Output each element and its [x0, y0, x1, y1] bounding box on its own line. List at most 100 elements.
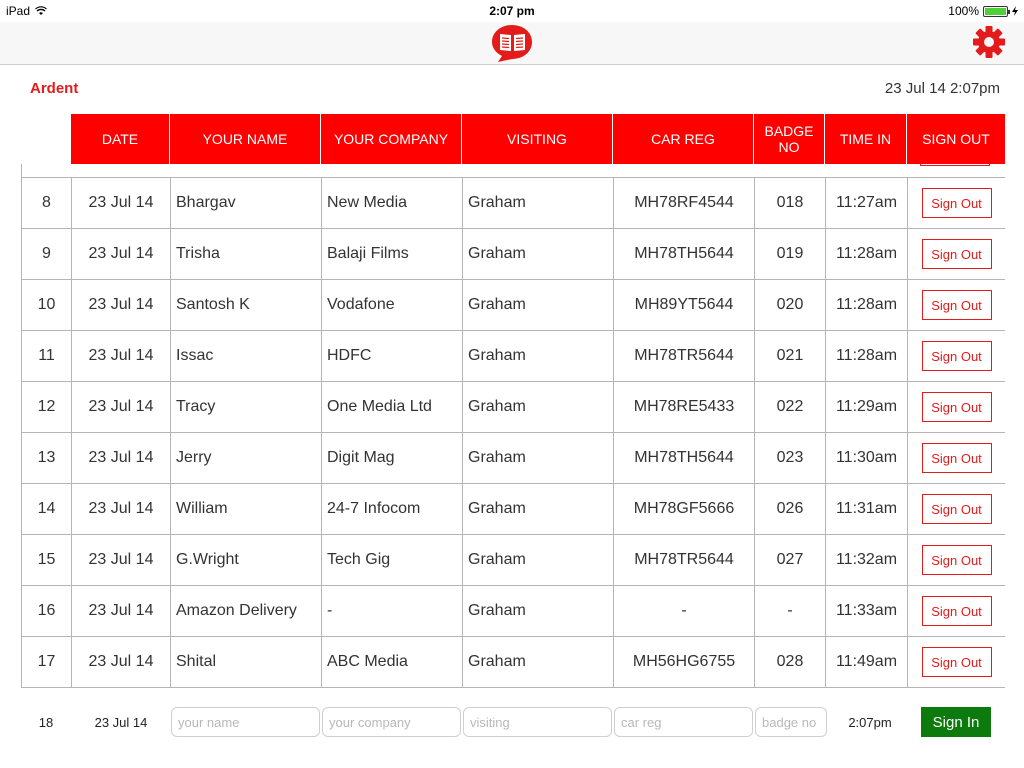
car-reg-cell: MH78GF5666 — [614, 484, 755, 534]
sign-out-cell: Sign Out — [908, 535, 1005, 585]
table-row: 13 23 Jul 14 Jerry Digit Mag Graham MH78TH564… — [22, 432, 1005, 483]
battery-percent: 100% — [948, 4, 979, 18]
name-cell: Trisha — [171, 229, 322, 279]
sign-out-cell: Sign Out — [908, 331, 1005, 381]
sign-out-button[interactable]: Sign Out — [921, 494, 992, 524]
badge-cell: 019 — [755, 229, 826, 279]
badge-cell: 023 — [755, 433, 826, 483]
time-in-cell: 11:28am — [826, 331, 908, 381]
date-cell: 23 Jul 14 — [72, 484, 171, 534]
company-cell: ABC Media — [322, 637, 463, 687]
column-header-company: YOUR COMPANY — [321, 114, 462, 164]
entry-number: 18 — [38, 714, 54, 730]
time-in-cell: 11:33am — [826, 586, 908, 636]
sign-out-button[interactable]: Sign Out — [921, 341, 992, 371]
date-cell: 23 Jul 14 — [72, 178, 171, 228]
sign-out-button[interactable]: Sign Out — [921, 596, 992, 626]
column-header-name: YOUR NAME — [170, 114, 321, 164]
table-row: 14 23 Jul 14 William 24-7 Infocom Graham MH78… — [22, 483, 1005, 534]
company-cell: Vodafone — [322, 280, 463, 330]
name-input[interactable] — [171, 707, 320, 737]
time-in-cell: 11:30am — [826, 433, 908, 483]
visiting-input[interactable] — [463, 707, 612, 737]
date-cell: 23 Jul 14 — [72, 433, 171, 483]
row-number: 15 — [22, 535, 72, 585]
open-book-icon[interactable] — [490, 23, 535, 63]
table-header: DATE YOUR NAME YOUR COMPANY VISITING CAR… — [71, 114, 1005, 164]
sign-out-cell: Sign Out — [908, 229, 1005, 279]
time-in-cell: 11:28am — [826, 229, 908, 279]
column-header-time-in: TIME IN — [825, 114, 907, 164]
name-cell: Bhargav — [171, 178, 322, 228]
row-number: 13 — [22, 433, 72, 483]
row-number: 10 — [22, 280, 72, 330]
visiting-cell: Graham — [463, 280, 614, 330]
row-number: 17 — [22, 637, 72, 687]
badge-cell: 018 — [755, 178, 826, 228]
sign-in-button[interactable]: Sign In — [921, 707, 991, 737]
row-number: 8 — [22, 178, 72, 228]
car-reg-cell: MH78TR5644 — [614, 535, 755, 585]
visitor-list[interactable]: 8 23 Jul 14 Bhargav New Media Graham MH78RF45… — [21, 164, 1005, 688]
car-reg-cell: MH78TH5644 — [614, 229, 755, 279]
table-row: 11 23 Jul 14 Issac HDFC Graham MH78TR5644 021 1… — [22, 330, 1005, 381]
badge-cell: 021 — [755, 331, 826, 381]
sign-out-cell: Sign Out — [908, 586, 1005, 636]
column-header-badge-no: BADGE NO — [754, 114, 825, 164]
company-cell: 24-7 Infocom — [322, 484, 463, 534]
name-cell: Tracy — [171, 382, 322, 432]
sign-out-button[interactable]: Sign Out — [921, 239, 992, 269]
current-datetime: 23 Jul 14 2:07pm — [884, 80, 1000, 97]
sign-out-button[interactable]: Sign Out — [921, 545, 992, 575]
sign-out-button[interactable]: Sign Out — [921, 188, 992, 218]
date-cell: 23 Jul 14 — [72, 382, 171, 432]
date-cell: 23 Jul 14 — [72, 637, 171, 687]
visiting-cell: Graham — [463, 484, 614, 534]
charging-icon — [1012, 6, 1018, 16]
table-row: 9 23 Jul 14 Trisha Balaji Films Graham MH78TH… — [22, 228, 1005, 279]
table-row: 12 23 Jul 14 Tracy One Media Ltd Graham MH78R… — [22, 381, 1005, 432]
name-cell: G.Wright — [171, 535, 322, 585]
gear-icon[interactable] — [972, 25, 1006, 59]
visiting-cell: Graham — [463, 637, 614, 687]
table-row: 16 23 Jul 14 Amazon Delivery - Graham - -11:33… — [22, 585, 1005, 636]
company-cell: Digit Mag — [322, 433, 463, 483]
car-reg-cell: MH78RF4544 — [614, 178, 755, 228]
row-number: 16 — [22, 586, 72, 636]
table-row: 17 23 Jul 14 Shital ABC Media Graham MH56HG67… — [22, 636, 1005, 687]
name-cell: Santosh K — [171, 280, 322, 330]
company-cell: Balaji Films — [322, 229, 463, 279]
row-number: 9 — [22, 229, 72, 279]
visiting-cell: Graham — [463, 535, 614, 585]
time-in-cell: 11:28am — [826, 280, 908, 330]
column-header-visiting: VISITING — [462, 114, 613, 164]
organization-name: Ardent — [30, 80, 79, 97]
sign-out-cell: Sign Out — [908, 637, 1005, 687]
sign-out-button[interactable]: Sign Out — [921, 290, 992, 320]
row-number: 12 — [22, 382, 72, 432]
new-visitor-entry: 18 23 Jul 14 2:07pm Sign In — [21, 704, 1005, 740]
table-row: 8 23 Jul 14 Bhargav New Media Graham MH78RF45… — [22, 177, 1005, 228]
car-reg-input[interactable] — [614, 707, 753, 737]
date-cell: 23 Jul 14 — [72, 280, 171, 330]
time-in-cell: 11:31am — [826, 484, 908, 534]
car-reg-cell: MH78TH5644 — [614, 433, 755, 483]
visiting-cell: Graham — [463, 229, 614, 279]
battery-icon — [983, 5, 1010, 17]
badge-cell: 020 — [755, 280, 826, 330]
partial-sign-out-button — [920, 164, 990, 166]
badge-cell: - — [755, 586, 826, 636]
sign-out-button[interactable]: Sign Out — [921, 392, 992, 422]
visiting-cell: Graham — [463, 586, 614, 636]
visiting-cell: Graham — [463, 178, 614, 228]
battery-fill — [985, 7, 1006, 15]
sign-out-button[interactable]: Sign Out — [921, 443, 992, 473]
company-cell: HDFC — [322, 331, 463, 381]
column-header-sign-out: SIGN OUT — [922, 131, 990, 147]
name-cell: Issac — [171, 331, 322, 381]
sign-out-button[interactable]: Sign Out — [921, 647, 992, 677]
company-input[interactable] — [322, 707, 461, 737]
badge-no-input[interactable] — [755, 707, 827, 737]
visiting-cell: Graham — [463, 382, 614, 432]
sign-out-cell: Sign Out — [908, 178, 1005, 228]
